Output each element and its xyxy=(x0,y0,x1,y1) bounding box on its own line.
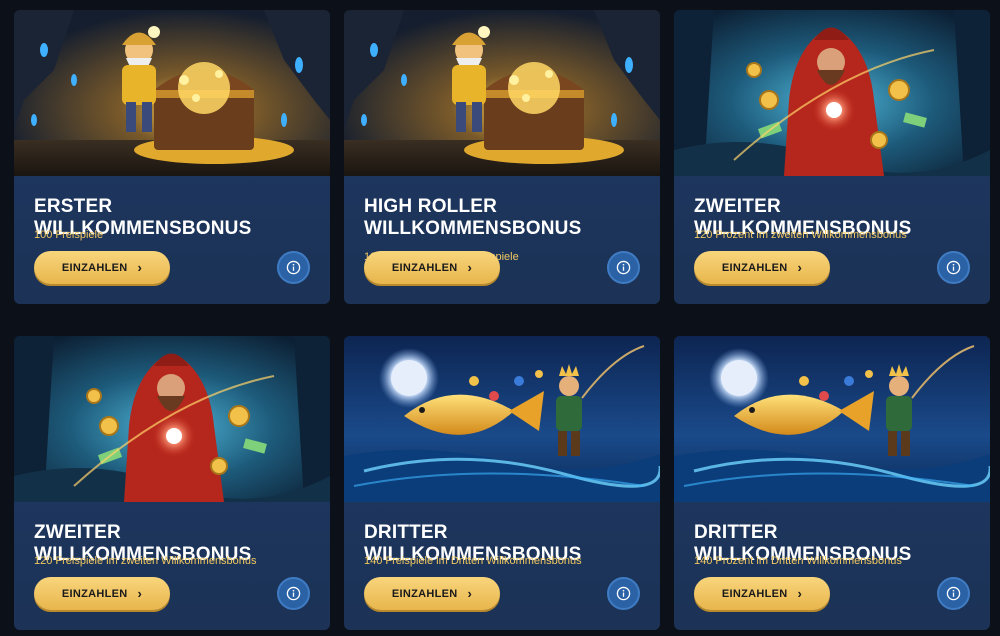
card-body: HIGH ROLLER WILLKOMMENSBONUS 100 Prozent… xyxy=(344,176,660,304)
bonus-card: ERSTER WILLKOMMENSBONUS 100 Freispiele E… xyxy=(14,10,330,304)
deposit-button[interactable]: EINZAHLEN › xyxy=(34,251,170,284)
info-button[interactable] xyxy=(937,251,970,284)
bonus-card: HIGH ROLLER WILLKOMMENSBONUS 100 Prozent… xyxy=(344,10,660,304)
bonus-grid: ERSTER WILLKOMMENSBONUS 100 Freispiele E… xyxy=(0,0,1000,636)
king-golden-fish-illustration xyxy=(344,336,660,502)
info-icon xyxy=(616,260,631,275)
deposit-button-label: EINZAHLEN xyxy=(61,261,128,274)
card-body: ZWEITER WILLKOMMENSBONUS 120 Prozent im … xyxy=(674,176,990,304)
card-body: ZWEITER WILLKOMMENSBONUS 120 Freispiele … xyxy=(14,502,330,630)
bonus-subtitle: 120 Freispiele im zweiten Willkommensbon… xyxy=(34,555,257,567)
info-icon xyxy=(286,586,301,601)
card-body: DRITTER WILLKOMMENSBONUS 140 Freispiele … xyxy=(344,502,660,630)
bonus-card: ZWEITER WILLKOMMENSBONUS 120 Freispiele … xyxy=(14,336,330,630)
card-body: ERSTER WILLKOMMENSBONUS 100 Freispiele E… xyxy=(14,176,330,304)
info-icon xyxy=(616,586,631,601)
deposit-button-label: EINZAHLEN xyxy=(61,587,128,600)
info-button[interactable] xyxy=(607,577,640,610)
deposit-button[interactable]: EINZAHLEN › xyxy=(694,251,830,284)
info-button[interactable] xyxy=(277,251,310,284)
deposit-button-label: EINZAHLEN xyxy=(391,587,458,600)
deposit-button-label: EINZAHLEN xyxy=(721,587,788,600)
wizard-magic-orb-illustration xyxy=(14,336,330,502)
bonus-card: ZWEITER WILLKOMMENSBONUS 120 Prozent im … xyxy=(674,10,990,304)
card-body: DRITTER WILLKOMMENSBONUS 140 Prozent im … xyxy=(674,502,990,630)
chevron-right-icon: › xyxy=(137,259,143,275)
deposit-button[interactable]: EINZAHLEN › xyxy=(364,577,500,610)
bonus-subtitle: 140 Prozent im Dritten Willkommensbonus xyxy=(694,555,902,567)
bonus-card: DRITTER WILLKOMMENSBONUS 140 Freispiele … xyxy=(344,336,660,630)
bonus-subtitle: 120 Prozent im zweiten Willkommensbonus xyxy=(694,229,907,241)
chevron-right-icon: › xyxy=(797,259,803,275)
deposit-button-label: EINZAHLEN xyxy=(391,261,458,274)
info-icon xyxy=(946,260,961,275)
deposit-button[interactable]: EINZAHLEN › xyxy=(694,577,830,610)
bonus-subtitle: 100 Freispiele xyxy=(34,229,104,241)
deposit-button-label: EINZAHLEN xyxy=(721,261,788,274)
wizard-magic-orb-illustration xyxy=(674,10,990,176)
info-icon xyxy=(946,586,961,601)
info-button[interactable] xyxy=(607,251,640,284)
chevron-right-icon: › xyxy=(137,585,143,601)
info-icon xyxy=(286,260,301,275)
chevron-right-icon: › xyxy=(797,585,803,601)
bonus-title: HIGH ROLLER WILLKOMMENSBONUS xyxy=(364,196,582,239)
chevron-right-icon: › xyxy=(467,585,473,601)
info-button[interactable] xyxy=(277,577,310,610)
info-button[interactable] xyxy=(937,577,970,610)
gnome-treasure-chest-illustration xyxy=(14,10,330,176)
chevron-right-icon: › xyxy=(467,259,473,275)
bonus-subtitle: 140 Freispiele im Dritten Willkommensbon… xyxy=(364,555,582,567)
gnome-treasure-chest-illustration xyxy=(344,10,660,176)
bonus-card: DRITTER WILLKOMMENSBONUS 140 Prozent im … xyxy=(674,336,990,630)
deposit-button[interactable]: EINZAHLEN › xyxy=(34,577,170,610)
deposit-button[interactable]: EINZAHLEN › xyxy=(364,251,500,284)
king-golden-fish-illustration xyxy=(674,336,990,502)
